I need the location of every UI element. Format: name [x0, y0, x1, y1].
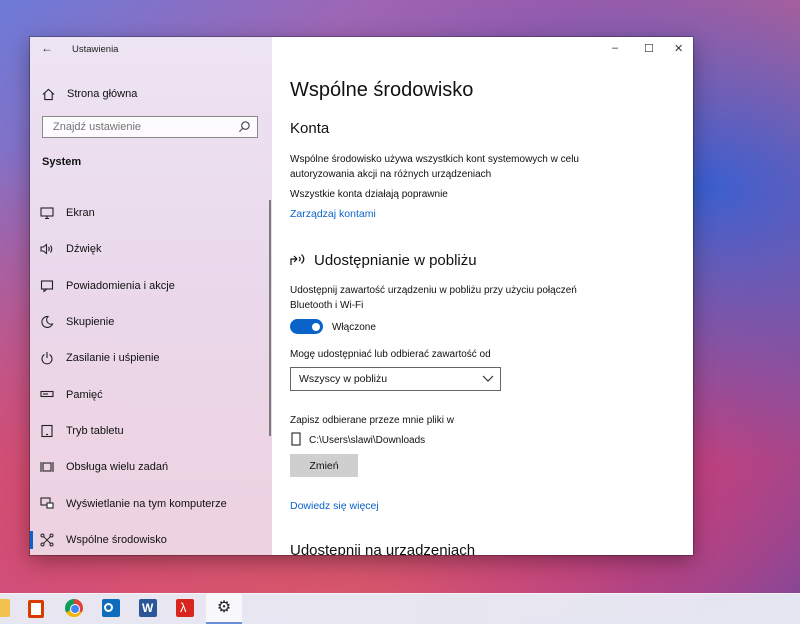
close-button[interactable]: ✕ [674, 42, 683, 55]
home-link[interactable]: Strona główna [42, 84, 137, 104]
sidebar-item-tablet[interactable]: Tryb tabletu [30, 413, 272, 449]
word-icon[interactable]: W [139, 599, 157, 617]
nearby-description: Udostępnij zawartość urządzeniu w pobliż… [290, 285, 577, 311]
change-location-button[interactable]: Zmień [290, 454, 358, 477]
sidebar-item-label: Ekran [66, 207, 95, 220]
power-icon [41, 352, 53, 365]
storage-icon [40, 391, 54, 398]
save-location-path: C:\Users\slawi\Downloads [309, 435, 426, 446]
sidebar-item-label: Wyświetlanie na tym komputerze [66, 497, 227, 510]
accounts-description: Wspólne środowisko używa wszystkich kont… [290, 154, 579, 180]
sidebar-item-label: Obsługa wielu zadań [66, 461, 169, 474]
receive-label: Mogę udostępniać lub odbierać zawartość … [290, 349, 491, 360]
search-box[interactable] [42, 116, 258, 138]
sidebar: ← Ustawienia Strona główna System Ekran … [30, 37, 272, 555]
receive-dropdown[interactable]: Wszyscy w pobliżu [290, 367, 501, 391]
accounts-status: Wszystkie konta działają poprawnie [290, 189, 448, 200]
settings-icon[interactable]: ⚙ [215, 599, 233, 617]
sidebar-item-notifications[interactable]: Powiadomienia i akcje [30, 268, 272, 304]
home-icon [42, 88, 55, 100]
nearby-toggle[interactable] [290, 319, 323, 334]
sidebar-item-display[interactable]: Ekran [30, 195, 272, 231]
save-location-label: Zapisz odbierane przeze mnie pliki w [290, 415, 454, 426]
minimize-button[interactable]: – [612, 42, 618, 54]
toggle-knob [312, 322, 320, 331]
search-icon[interactable] [238, 120, 251, 133]
sidebar-item-projecting[interactable]: Wyświetlanie na tym komputerze [30, 485, 272, 521]
outlook-icon[interactable] [102, 599, 120, 617]
app-title: Ustawienia [72, 44, 119, 55]
chevron-down-icon [482, 375, 494, 382]
manage-accounts-link[interactable]: Zarządzaj kontami [290, 208, 376, 220]
chrome-icon[interactable] [65, 599, 83, 617]
section-title: System [42, 156, 82, 168]
home-label: Strona główna [67, 88, 138, 100]
monitor-icon [40, 207, 54, 220]
sidebar-item-power[interactable]: Zasilanie i uśpienie [30, 340, 272, 376]
sidebar-item-focus[interactable]: Skupienie [30, 304, 272, 340]
sidebar-item-label: Wspólne środowisko [66, 533, 167, 546]
sidebar-item-storage[interactable]: Pamięć [30, 376, 272, 412]
maximize-button[interactable]: ☐ [644, 42, 654, 55]
speaker-icon [40, 243, 53, 255]
taskbar: W λ ⚙ [0, 593, 800, 624]
sidebar-nav: Ekran Dźwięk Powiadomienia i akcje Skupi… [30, 195, 272, 555]
sidebar-item-sound[interactable]: Dźwięk [30, 231, 272, 267]
nearby-heading: Udostępnianie w pobliżu [314, 252, 477, 269]
tablet-icon [41, 424, 53, 437]
accounts-heading: Konta [290, 120, 330, 137]
sidebar-item-label: Tryb tabletu [66, 424, 124, 437]
title-bar: ← Ustawienia [30, 37, 272, 63]
sidebar-item-multitasking[interactable]: Obsługa wielu zadań [30, 449, 272, 485]
moon-icon [41, 315, 54, 328]
back-arrow-icon[interactable]: ← [41, 41, 53, 55]
multitasking-icon [40, 462, 54, 473]
sidebar-item-shared-experiences[interactable]: Wspólne środowisko [30, 522, 272, 555]
learn-more-link[interactable]: Dowiedz się więcej [290, 500, 379, 512]
share-across-devices-heading: Udostępnij na urządzeniach [290, 542, 476, 555]
shared-experiences-icon [40, 533, 54, 547]
receive-dropdown-value: Wszyscy w pobliżu [299, 373, 388, 385]
notification-icon [40, 280, 54, 293]
search-input[interactable] [51, 120, 235, 134]
toggle-label: Włączone [332, 322, 376, 333]
acrobat-icon[interactable]: λ [176, 599, 194, 617]
nearby-share-icon [290, 254, 305, 265]
page-title: Wspólne środowisko [290, 79, 474, 101]
content-pane: – ☐ ✕ Wspólne środowisko Konta Wspólne ś… [272, 37, 693, 555]
office-icon[interactable] [28, 600, 44, 618]
device-icon [291, 432, 301, 446]
sidebar-item-label: Dźwięk [66, 243, 102, 256]
project-icon [40, 497, 54, 509]
sidebar-item-label: Zasilanie i uśpienie [66, 352, 160, 365]
file-explorer-icon[interactable] [0, 599, 10, 617]
sidebar-item-label: Powiadomienia i akcje [66, 279, 175, 292]
sidebar-item-label: Pamięć [66, 388, 103, 401]
sidebar-item-label: Skupienie [66, 316, 115, 329]
sidebar-scrollbar[interactable] [269, 200, 271, 436]
settings-window: ← Ustawienia Strona główna System Ekran … [30, 37, 693, 555]
